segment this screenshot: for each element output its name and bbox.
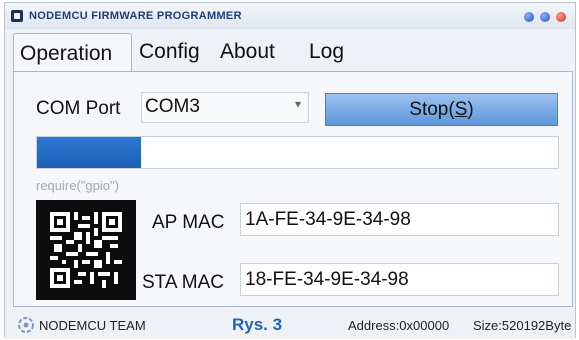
window-title: NODEMCU FIRMWARE PROGRAMMER <box>29 10 242 22</box>
tab-config[interactable]: Config <box>139 35 200 69</box>
require-text: require("gpio") <box>36 178 119 193</box>
operation-panel: COM Port COM3 ▾ Stop(S) require("gpio") <box>13 71 573 307</box>
chevron-down-icon[interactable]: ▾ <box>295 97 301 111</box>
progress-fill <box>37 137 142 168</box>
close-button[interactable] <box>556 12 566 22</box>
ap-mac-field[interactable]: 1A-FE-34-9E-34-98 <box>240 203 559 236</box>
ap-mac-label: AP MAC <box>152 212 225 233</box>
stop-button-label: Stop( <box>409 99 455 120</box>
nodemcu-team-icon <box>18 317 34 333</box>
app-icon <box>11 10 23 22</box>
status-bar: NODEMCU TEAM Rys. 3 Address:0x00000 Size… <box>5 309 575 339</box>
tab-operation[interactable]: Operation <box>13 33 132 73</box>
tab-about[interactable]: About <box>220 35 275 69</box>
com-port-value: COM3 <box>145 96 200 117</box>
stop-button[interactable]: Stop(S) <box>325 93 558 126</box>
sta-mac-label: STA MAC <box>142 272 224 293</box>
stop-button-suffix: ) <box>467 99 474 120</box>
minimize-button[interactable] <box>524 12 534 22</box>
progress-bar <box>36 136 559 169</box>
tab-log[interactable]: Log <box>309 35 344 69</box>
address-readout: Address:0x00000 <box>348 318 450 333</box>
com-port-select[interactable]: COM3 ▾ <box>141 92 309 123</box>
maximize-button[interactable] <box>540 12 550 22</box>
titlebar: NODEMCU FIRMWARE PROGRAMMER <box>5 3 575 29</box>
tab-bar: Operation Config About Log <box>13 31 573 73</box>
app-window: NODEMCU FIRMWARE PROGRAMMER Operation Co… <box>4 2 576 339</box>
team-label: NODEMCU TEAM <box>39 318 146 333</box>
stop-button-accel: S <box>454 99 468 120</box>
sta-mac-field[interactable]: 18-FE-34-9E-34-98 <box>240 263 559 296</box>
size-readout: Size:520192Byte <box>473 318 572 333</box>
com-port-label: COM Port <box>36 98 121 119</box>
figure-caption: Rys. 3 <box>232 315 283 334</box>
qr-code-graphic <box>50 212 122 288</box>
qr-code-icon <box>36 200 136 300</box>
